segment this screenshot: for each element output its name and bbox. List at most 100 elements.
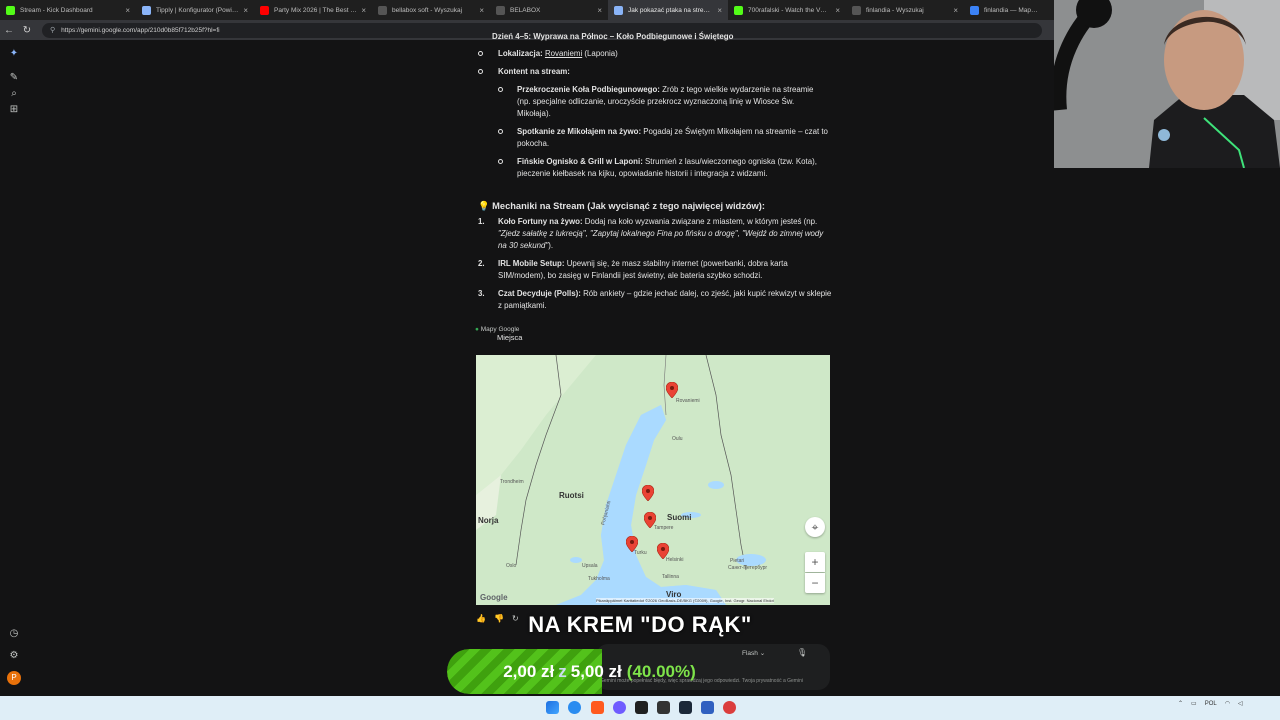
lokalizacja-line: Lokalizacja: Rovaniemi (Laponia)	[498, 48, 828, 60]
map-pin-turku[interactable]	[626, 536, 638, 552]
steam-icon[interactable]	[679, 701, 692, 714]
mechanic-title: Koło Fortuny na żywo:	[498, 217, 583, 226]
google-map[interactable]: Rovaniemi Oulu Tampere Turku Helsinki Tu…	[476, 355, 830, 605]
back-icon[interactable]: ←	[0, 25, 18, 36]
map-label-pietari-ru: Санкт-Петербург	[728, 565, 768, 571]
map-label-pietari: Pietari	[730, 558, 745, 564]
tab-title: BELABOX	[510, 6, 541, 14]
gemini-sidebar-rail: ✦ ✎ ⌕ ⊞ ◷ ⚙ P	[0, 40, 28, 696]
close-icon[interactable]: ×	[361, 6, 366, 15]
close-icon[interactable]: ×	[597, 6, 602, 15]
regenerate-icon[interactable]: ↻	[512, 614, 519, 623]
system-tray: ⌃ ▭ POL ◠ ◁	[1178, 700, 1243, 708]
close-icon[interactable]: ×	[479, 6, 484, 15]
map-pin-tampere[interactable]	[644, 512, 656, 528]
map-label-suomi: Suomi	[667, 513, 692, 522]
donation-z: z	[558, 661, 567, 681]
tab-kick-dashboard[interactable]: Stream - Kick Dashboard ×	[0, 0, 136, 20]
tab-finlandia-search[interactable]: finlandia - Wyszukaj ×	[846, 0, 964, 20]
tab-title: 700rafalski - Watch the VOD on Kick	[748, 6, 831, 14]
tab-title: finlandia - Wyszukaj	[866, 6, 924, 14]
reload-icon[interactable]: ↻	[18, 25, 36, 36]
webcam-overlay	[1054, 0, 1280, 168]
mechanic-item: Czat Decyduje (Polls): Rób ankiety – gdz…	[498, 288, 832, 312]
close-icon[interactable]: ×	[125, 6, 130, 15]
activity-icon[interactable]: ◷	[8, 628, 20, 640]
map-pin-rovaniemi[interactable]	[666, 382, 678, 398]
tab-bing-maps[interactable]: finlandia — Mapy Bing	[964, 0, 1044, 20]
discord-icon[interactable]	[613, 701, 626, 714]
windows-start-icon[interactable]	[546, 701, 559, 714]
map-attribution[interactable]: Pikanäppäimet Karttatiedot ©2026 GeoBasi…	[596, 598, 774, 603]
settings-icon[interactable]: ⚙	[8, 650, 20, 662]
map-label-trondheim: Trondheim	[500, 479, 524, 485]
my-location-button[interactable]: ⌖	[805, 517, 825, 537]
map-label-ruotsi: Ruotsi	[559, 491, 584, 500]
app-icon[interactable]	[657, 701, 670, 714]
brave-icon[interactable]	[591, 701, 604, 714]
tab-tipply[interactable]: Tipply | Konfigurator (Powiadomienia)×	[136, 0, 254, 20]
kick-icon	[734, 5, 743, 15]
chrome-icon[interactable]	[723, 701, 736, 714]
bing-maps-icon	[970, 5, 979, 15]
maps-subtitle: Miejsca	[497, 333, 523, 342]
donation-goal-banner: NA KREM "DO RĄK"	[528, 612, 752, 637]
chevron-up-icon[interactable]: ⌃	[1178, 700, 1183, 707]
map-label-oslo: Oslo	[506, 563, 517, 569]
close-icon[interactable]: ×	[953, 6, 958, 15]
network-icon[interactable]: ▭	[1191, 700, 1197, 707]
obs-icon[interactable]	[635, 701, 648, 714]
close-icon[interactable]: ×	[717, 6, 722, 15]
map-pin-helsinki[interactable]	[657, 543, 669, 559]
mechanic-tail: ).	[548, 241, 554, 250]
gemini-sparkle-icon[interactable]: ✦	[8, 48, 20, 60]
zoom-in-button[interactable]: +	[805, 552, 825, 572]
tab-title: Stream - Kick Dashboard	[20, 6, 93, 14]
tab-belabox[interactable]: BELABOX ×	[490, 0, 608, 20]
map-label-tampere: Tampere	[654, 525, 674, 531]
edge-icon[interactable]	[568, 701, 581, 714]
language-indicator[interactable]: POL	[1205, 701, 1217, 707]
gems-icon[interactable]: ⊞	[8, 104, 20, 116]
zoom-out-button[interactable]: −	[805, 573, 825, 593]
donation-from: 2,00 zł	[503, 661, 555, 681]
avatar[interactable]: P	[7, 671, 21, 685]
close-icon[interactable]: ×	[243, 6, 248, 15]
map-label-tukholma: Tukholma	[588, 576, 610, 582]
subitem-title: Przekroczenie Koła Podbiegunowego:	[517, 85, 660, 94]
mechanic-text: Dodaj na koło wyzwania związane z miaste…	[582, 217, 818, 226]
windows-taskbar: ⌃ ▭ POL ◠ ◁	[0, 696, 1280, 720]
section-heading-cut: Dzień 4–5: Wyprawa na Północ – Koło Podb…	[492, 32, 734, 41]
microphone-icon[interactable]: 🎙	[797, 648, 807, 657]
list-number: 3.	[478, 289, 485, 298]
map-pin-1[interactable]	[642, 485, 654, 501]
tab-title: Jak pokazać ptaka na streamie - Gemini	[628, 6, 713, 14]
rovaniemi-link[interactable]: Rovaniemi	[545, 49, 582, 58]
volume-icon[interactable]: ◁	[1238, 700, 1243, 707]
search-icon	[378, 5, 387, 15]
map-label-norja: Norja	[478, 516, 499, 525]
tab-bellabox[interactable]: bellabox soft - Wyszukaj ×	[372, 0, 490, 20]
tab-party-mix[interactable]: Party Mix 2026 | The Best Remixes ×	[254, 0, 372, 20]
subitem-title: Fińskie Ognisko & Grill w Laponi:	[517, 157, 643, 166]
bullet-marker	[498, 159, 503, 164]
search-icon[interactable]: ⌕	[8, 88, 20, 100]
new-chat-icon[interactable]: ✎	[8, 72, 20, 84]
site-info-icon[interactable]: ⚲	[50, 26, 55, 34]
mechanics-heading-text: Mechaniki na Stream (Jak wycisnąć z tego…	[492, 201, 765, 211]
tipply-icon	[142, 5, 151, 15]
tab-kick-vod[interactable]: 700rafalski - Watch the VOD on Kick ×	[728, 0, 846, 20]
google-maps-pin-icon: ●	[475, 326, 479, 333]
mechanic-item: Koło Fortuny na żywo: Dodaj na koło wyzw…	[498, 216, 832, 252]
chevron-down-icon: ⌄	[759, 650, 766, 657]
wifi-icon[interactable]: ◠	[1225, 700, 1230, 707]
thumbs-up-icon[interactable]: 👍	[476, 614, 486, 623]
streamer-camera-image	[1054, 0, 1280, 168]
donation-goal-bar: 2,00 zł z 5,00 zł (40.00%)	[447, 649, 752, 694]
thumbs-down-icon[interactable]: 👎	[494, 614, 504, 623]
close-icon[interactable]: ×	[835, 6, 840, 15]
maps-source-block: ● Mapy Google Miejsca	[475, 326, 522, 342]
tab-gemini[interactable]: Jak pokazać ptaka na streamie - Gemini ×	[608, 0, 728, 20]
subitem-title: Spotkanie ze Mikołajem na żywo:	[517, 127, 642, 136]
app-icon[interactable]	[701, 701, 714, 714]
